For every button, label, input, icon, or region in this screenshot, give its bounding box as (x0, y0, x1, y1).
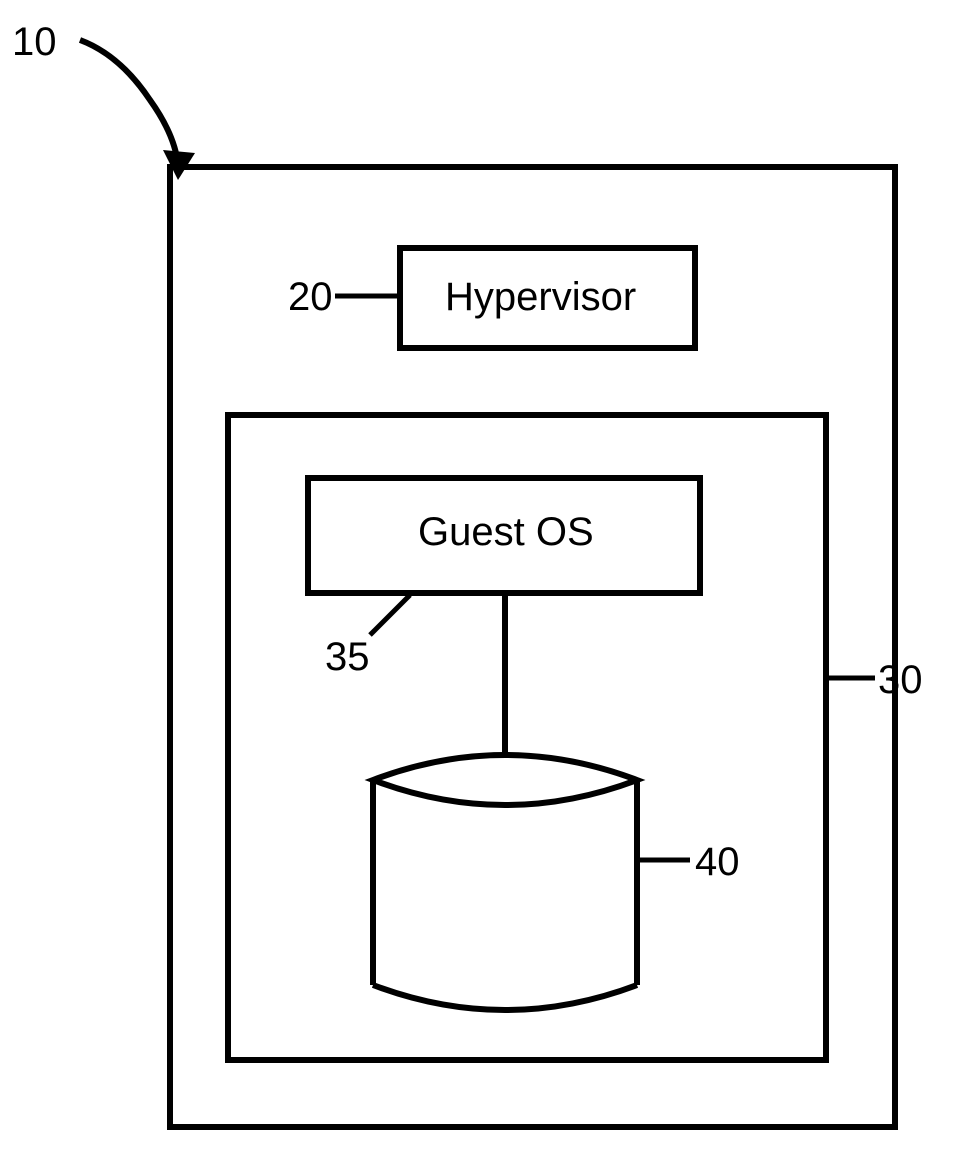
label-30: 30 (878, 658, 923, 703)
label-20: 20 (288, 275, 333, 320)
cylinder-40 (373, 755, 637, 1010)
label-hypervisor: Hypervisor (445, 275, 636, 320)
label-guest-os: Guest OS (418, 510, 594, 555)
arrow-10 (80, 40, 195, 180)
diagram-canvas: 10 20 Hypervisor 30 Guest OS 35 40 (0, 0, 967, 1164)
diagram-svg (0, 0, 967, 1164)
label-35: 35 (325, 635, 370, 680)
leader-35 (370, 595, 410, 635)
label-system-10: 10 (12, 20, 57, 65)
label-40: 40 (695, 840, 740, 885)
